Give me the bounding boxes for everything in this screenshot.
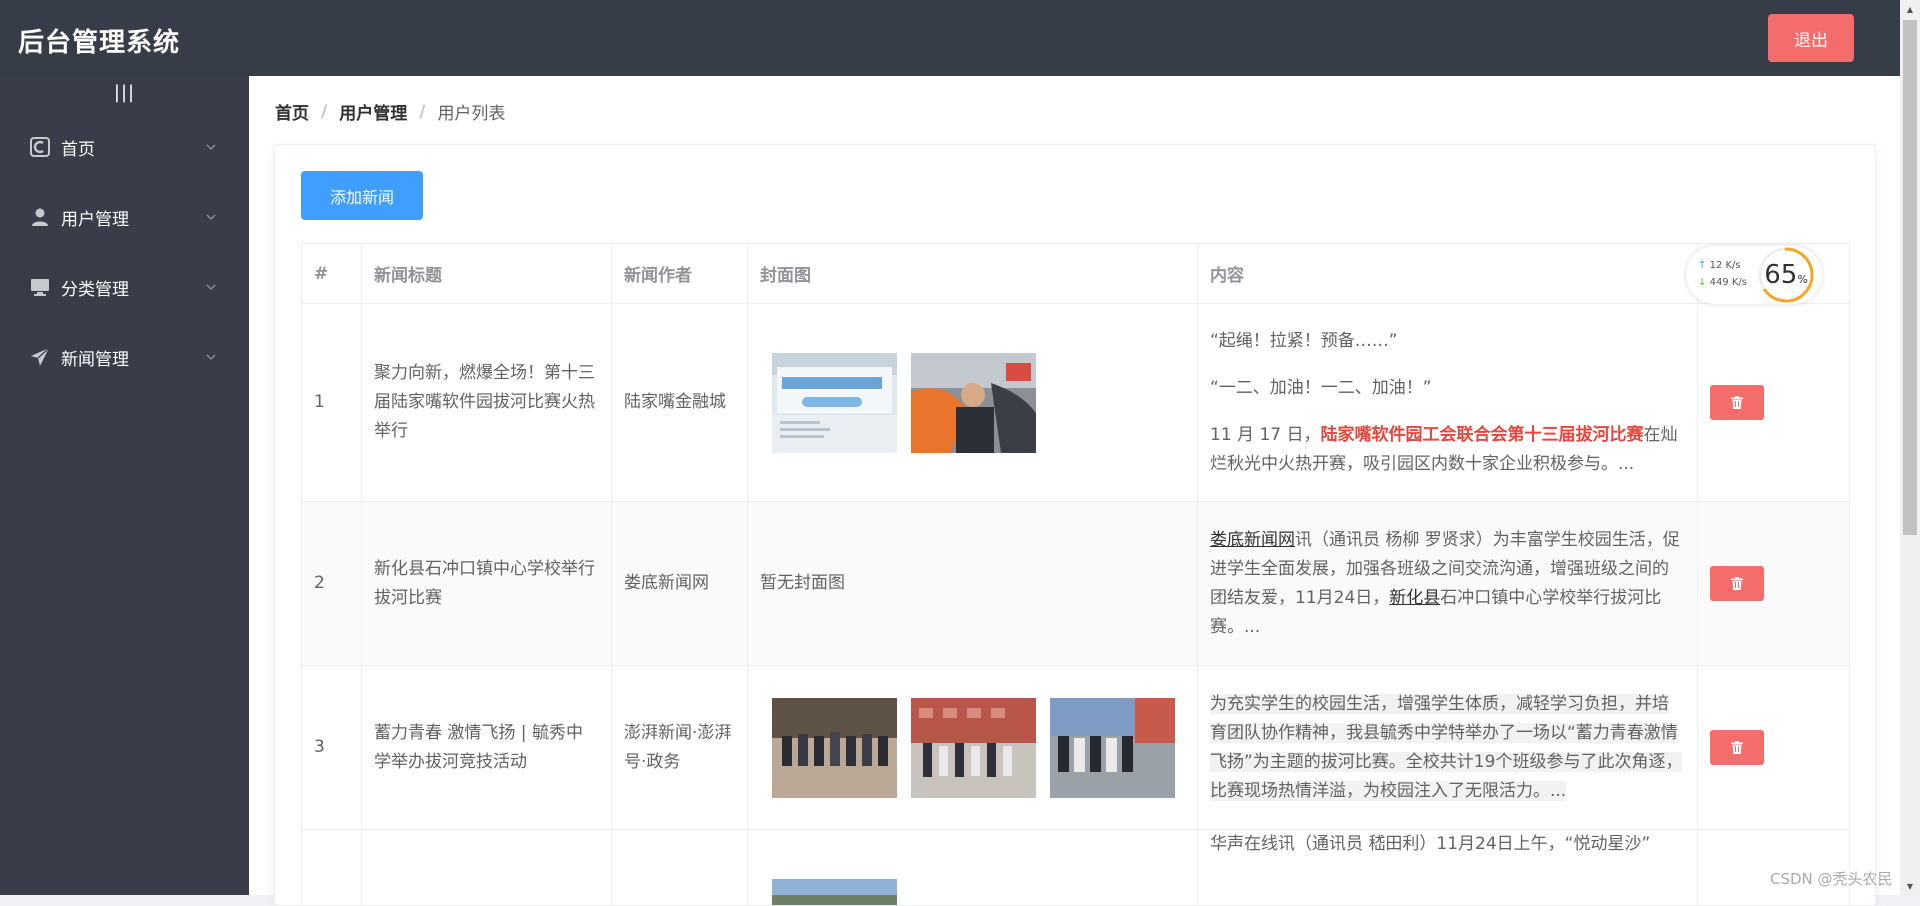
breadcrumb: 首页 / 用户管理 / 用户列表 [275,99,505,124]
trash-icon [1731,396,1743,409]
usage-percent-value: 65 [1764,260,1797,290]
delete-button[interactable] [1710,566,1764,601]
breadcrumb-separator: / [321,102,327,122]
column-header-index: # [302,244,362,304]
breadcrumb-user-management[interactable]: 用户管理 [339,99,407,124]
page-scrollbar[interactable]: ▲ ▼ [1900,0,1920,895]
sidebar-item-categories[interactable]: 分类管理 [0,252,249,322]
cell-author: 娄底新闻网 [612,502,748,666]
content-paragraph: 11 月 17 日，陆家嘴软件园工会联合会第十三届拔河比赛在灿烂秋光中火热开赛，… [1210,421,1685,479]
cell-index: 1 [302,304,362,502]
content-link[interactable]: 娄底新闻网 [1210,530,1295,550]
content-text: 11 月 17 日， [1210,425,1320,445]
top-header: 后台管理系统 退出 [0,0,1900,76]
cell-title: 新化县石冲口镇中心学校举行拔河比赛 [362,502,612,666]
news-table: # 新闻标题 新闻作者 封面图 内容 1 聚力向新，燃爆全场！第十三届陆家嘴软件… [301,243,1850,906]
cell-index: 2 [302,502,362,666]
cell-content: “起绳！拉紧！预备……” “一二、加油！一二、加油！” 11 月 17 日，陆家… [1198,304,1698,502]
breadcrumb-current: 用户列表 [437,99,505,124]
cell-content: 为充实学生的校园生活，增强学生体质，减轻学习负担，并培育团队协作精神，我县毓秀中… [1198,666,1698,830]
news-card: 添加新闻 # 新闻标题 新闻作者 封面图 内容 1 聚力向新，燃爆全场！第十三届… [274,144,1876,906]
sidebar-item-label: 新闻管理 [61,345,129,370]
sidebar-item-label: 用户管理 [61,205,129,230]
sidebar-item-users[interactable]: 用户管理 [0,182,249,252]
upload-speed-value: 12 K/s [1710,260,1741,271]
cover-thumbnail[interactable] [772,698,897,798]
trash-icon [1731,741,1743,754]
table-row: 2 新化县石冲口镇中心学校举行拔河比赛 娄底新闻网 暂无封面图 娄底新闻网讯（通… [302,502,1850,666]
column-header-content: 内容 [1198,244,1698,304]
delete-button[interactable] [1710,385,1764,420]
delete-button[interactable] [1710,730,1764,765]
cell-cover [748,304,1198,502]
scroll-up-icon[interactable]: ▲ [1900,0,1920,18]
cell-cover [748,666,1198,830]
table-row: 1 聚力向新，燃爆全场！第十三届陆家嘴软件园拔河比赛火热举行 陆家嘴金融城 [302,304,1850,502]
cell-content: 娄底新闻网讯（通讯员 杨柳 罗贤求）为丰富学生校园生活，促进学生全面发展，加强各… [1198,502,1698,666]
chevron-down-icon [206,282,216,292]
usage-percent-unit: % [1797,273,1807,286]
cell-title: 蓄力青春 激情飞扬 | 毓秀中学举办拔河竞技活动 [362,666,612,830]
sidebar: ||| 首页 用户管理 分类管理 新闻管理 [0,76,249,895]
arrow-up-icon: ↑ [1698,260,1706,271]
scrollbar-thumb[interactable] [1903,20,1917,535]
sidebar-item-home[interactable]: 首页 [0,112,249,182]
content-paragraph: “起绳！拉紧！预备……” [1210,327,1685,356]
cell-author: 澎湃新闻·澎湃号·政务 [612,666,748,830]
main-content: 首页 / 用户管理 / 用户列表 添加新闻 # 新闻标题 新闻作者 封面图 内容 [249,76,1900,895]
network-speed-widget[interactable]: ↑ 12 K/s ↓ 449 K/s 65% [1686,246,1822,304]
scroll-down-icon[interactable]: ▼ [1900,877,1920,895]
download-speed: ↓ 449 K/s [1698,277,1747,288]
sidebar-collapse-toggle[interactable]: ||| [0,82,249,103]
cell-actions [1698,502,1850,666]
breadcrumb-home[interactable]: 首页 [275,99,309,124]
cell-cover: 暂无封面图 [748,502,1198,666]
column-header-cover: 封面图 [748,244,1198,304]
cell-title: 聚力向新，燃爆全场！第十三届陆家嘴软件园拔河比赛火热举行 [362,304,612,502]
column-header-title: 新闻标题 [362,244,612,304]
cover-thumbnail[interactable] [911,353,1036,453]
chevron-down-icon [206,352,216,362]
cover-thumbnail[interactable] [911,698,1036,798]
add-news-button[interactable]: 添加新闻 [301,171,423,220]
chevron-down-icon [206,212,216,222]
cover-thumbnail[interactable] [1050,698,1175,798]
cover-thumbnail[interactable] [772,879,897,906]
content-text: 为充实学生的校园生活，增强学生体质，减轻学习负担，并培育团队协作精神，我县毓秀中… [1210,694,1682,801]
table-header-row: # 新闻标题 新闻作者 封面图 内容 [302,244,1850,304]
cover-thumbnail[interactable] [772,353,897,453]
cell-author: 陆家嘴金融城 [612,304,748,502]
column-header-author: 新闻作者 [612,244,748,304]
logout-button[interactable]: 退出 [1768,14,1854,62]
download-speed-value: 449 K/s [1710,277,1747,288]
highlighted-text: 陆家嘴软件园工会联合会第十三届拔河比赛 [1320,425,1643,445]
watermark: CSDN @秃头农民 [1770,868,1893,889]
arrow-down-icon: ↓ [1698,277,1706,288]
table-row: 3 蓄力青春 激情飞扬 | 毓秀中学举办拔河竞技活动 澎湃新闻·澎湃号·政务 [302,666,1850,830]
cell-actions [1698,666,1850,830]
sidebar-item-news[interactable]: 新闻管理 [0,322,249,392]
cell-actions [1698,304,1850,502]
sidebar-item-label: 分类管理 [61,275,129,300]
breadcrumb-separator: / [419,102,425,122]
sidebar-item-label: 首页 [61,135,95,160]
content-link[interactable]: 新化县 [1389,588,1440,608]
app-title: 后台管理系统 [18,22,180,59]
upload-speed: ↑ 12 K/s [1698,260,1741,271]
cell-index: 3 [302,666,362,830]
trash-icon [1731,577,1743,590]
chevron-down-icon [206,142,216,152]
home-icon [30,137,50,157]
send-icon [30,347,50,367]
monitor-icon [30,277,50,297]
content-paragraph: “一二、加油！一二、加油！” [1210,374,1685,403]
usage-percent: 65% [1756,245,1816,305]
user-icon [30,207,50,227]
